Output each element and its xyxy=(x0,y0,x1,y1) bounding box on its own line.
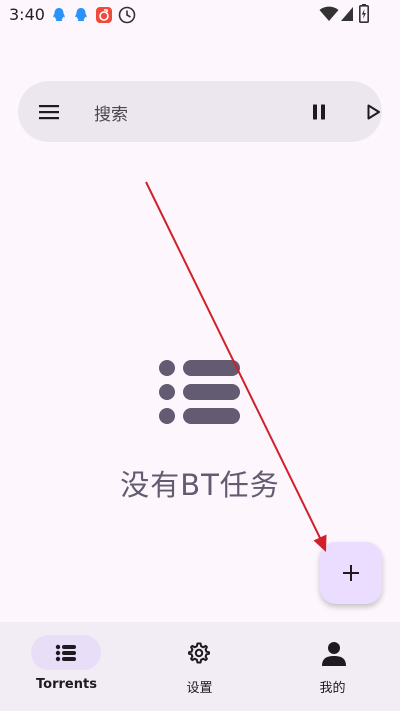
menu-icon[interactable] xyxy=(38,101,60,123)
nav-label-profile: 我的 xyxy=(319,681,346,696)
empty-state-message: 没有BT任务 xyxy=(120,468,280,502)
nav-label-torrents: Torrents xyxy=(36,677,97,692)
nav-item-torrents[interactable]: Torrents xyxy=(0,622,133,711)
empty-list-icon xyxy=(159,360,240,424)
wifi-icon xyxy=(319,6,339,21)
list-icon xyxy=(55,644,76,662)
signal-icon xyxy=(341,7,353,21)
plus-icon xyxy=(343,565,359,581)
nav-item-settings[interactable]: 设置 xyxy=(133,622,266,711)
pause-icon[interactable] xyxy=(308,101,330,123)
search-input[interactable]: 搜索 xyxy=(94,100,128,125)
battery-icon xyxy=(359,4,369,23)
clock-app-icon xyxy=(118,6,136,24)
music-app-icon xyxy=(96,7,112,23)
status-time: 3:40 xyxy=(9,5,45,24)
qq-icon xyxy=(75,8,87,21)
bottom-navigation: Torrents 设置 我的 xyxy=(0,622,400,711)
person-icon xyxy=(322,642,346,666)
nav-label-settings: 设置 xyxy=(186,681,213,696)
gear-icon xyxy=(188,642,210,664)
play-icon[interactable] xyxy=(362,101,384,123)
status-bar: 3:40 xyxy=(0,0,400,30)
nav-item-profile[interactable]: 我的 xyxy=(266,622,399,711)
qq-icon xyxy=(53,8,65,21)
add-torrent-button[interactable] xyxy=(320,542,382,604)
search-bar[interactable]: 搜索 xyxy=(18,81,382,142)
screen: 3:40 搜索 没有BT任务 Torrents 设置 我的 xyxy=(0,0,400,711)
